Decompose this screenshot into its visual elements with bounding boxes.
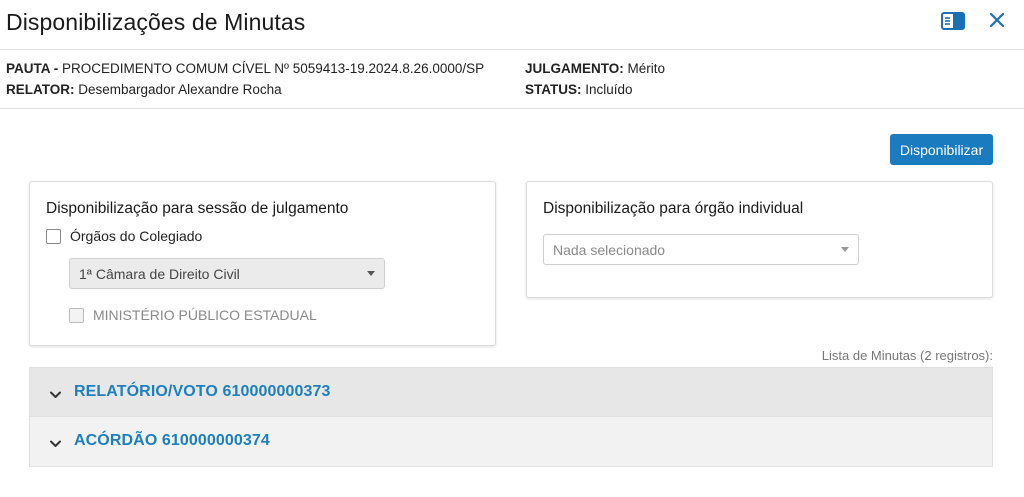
julgamento-value: Mérito	[627, 61, 666, 76]
chevron-down-icon[interactable]	[49, 387, 62, 398]
pauta-value: PROCEDIMENTO COMUM CÍVEL Nº 5059413-19.2…	[62, 61, 485, 76]
ministerio-publico-checkbox[interactable]	[69, 307, 84, 323]
orgao-individual-placeholder: Nada selecionado	[553, 241, 666, 258]
camara-select[interactable]: 1ª Câmara de Direito Civil	[69, 258, 385, 289]
orgao-individual-select[interactable]: Nada selecionado	[543, 234, 859, 265]
ministerio-publico-option[interactable]: MINISTÉRIO PÚBLICO ESTADUAL	[69, 307, 317, 323]
camara-select-value: 1ª Câmara de Direito Civil	[79, 265, 240, 282]
modal-title: Disponibilizações de Minutas	[6, 9, 306, 35]
minuta-accordion-label[interactable]: ACÓRDÃO 610000000374	[74, 432, 270, 450]
pauta-label: PAUTA -	[6, 61, 59, 76]
caret-down-icon	[841, 247, 849, 252]
modal-header: Disponibilizações de Minutas	[0, 0, 1024, 50]
minuta-accordion-item[interactable]: RELATÓRIO/VOTO 610000000373	[29, 367, 993, 417]
disponibilizar-button[interactable]: Disponibilizar	[890, 134, 993, 165]
relator-value: Desembargador Alexandre Rocha	[78, 82, 282, 97]
orgaos-colegiado-option[interactable]: Órgãos do Colegiado	[46, 228, 202, 244]
status-label: STATUS:	[525, 82, 582, 97]
pauta-row: PAUTA - PROCEDIMENTO COMUM CÍVEL Nº 5059…	[6, 61, 484, 76]
orgao-individual-card: Disponibilização para órgão individual N…	[526, 181, 993, 298]
orgaos-colegiado-checkbox[interactable]	[46, 228, 61, 244]
orgaos-colegiado-label: Órgãos do Colegiado	[70, 228, 203, 244]
status-value: Incluído	[585, 82, 633, 97]
sessao-card-title: Disponibilização para sessão de julgamen…	[46, 200, 349, 217]
caret-down-icon	[367, 271, 375, 276]
sidebar-panel-icon[interactable]	[941, 12, 965, 30]
close-icon[interactable]	[987, 10, 1007, 30]
julgamento-label: JULGAMENTO:	[525, 61, 624, 76]
ministerio-publico-label: MINISTÉRIO PÚBLICO ESTADUAL	[93, 307, 317, 323]
minuta-accordion-item[interactable]: ACÓRDÃO 610000000374	[29, 417, 993, 467]
status-row: STATUS: Incluído	[525, 82, 633, 97]
chevron-down-icon[interactable]	[49, 436, 62, 447]
relator-label: RELATOR:	[6, 82, 75, 97]
sessao-julgamento-card: Disponibilização para sessão de julgamen…	[29, 181, 496, 346]
minutas-list-caption: Lista de Minutas (2 registros):	[821, 348, 993, 363]
julgamento-row: JULGAMENTO: Mérito	[525, 61, 665, 76]
process-info: PAUTA - PROCEDIMENTO COMUM CÍVEL Nº 5059…	[0, 51, 1024, 109]
individual-card-title: Disponibilização para órgão individual	[543, 200, 804, 217]
minuta-accordion-label[interactable]: RELATÓRIO/VOTO 610000000373	[74, 383, 330, 401]
relator-row: RELATOR: Desembargador Alexandre Rocha	[6, 82, 282, 97]
